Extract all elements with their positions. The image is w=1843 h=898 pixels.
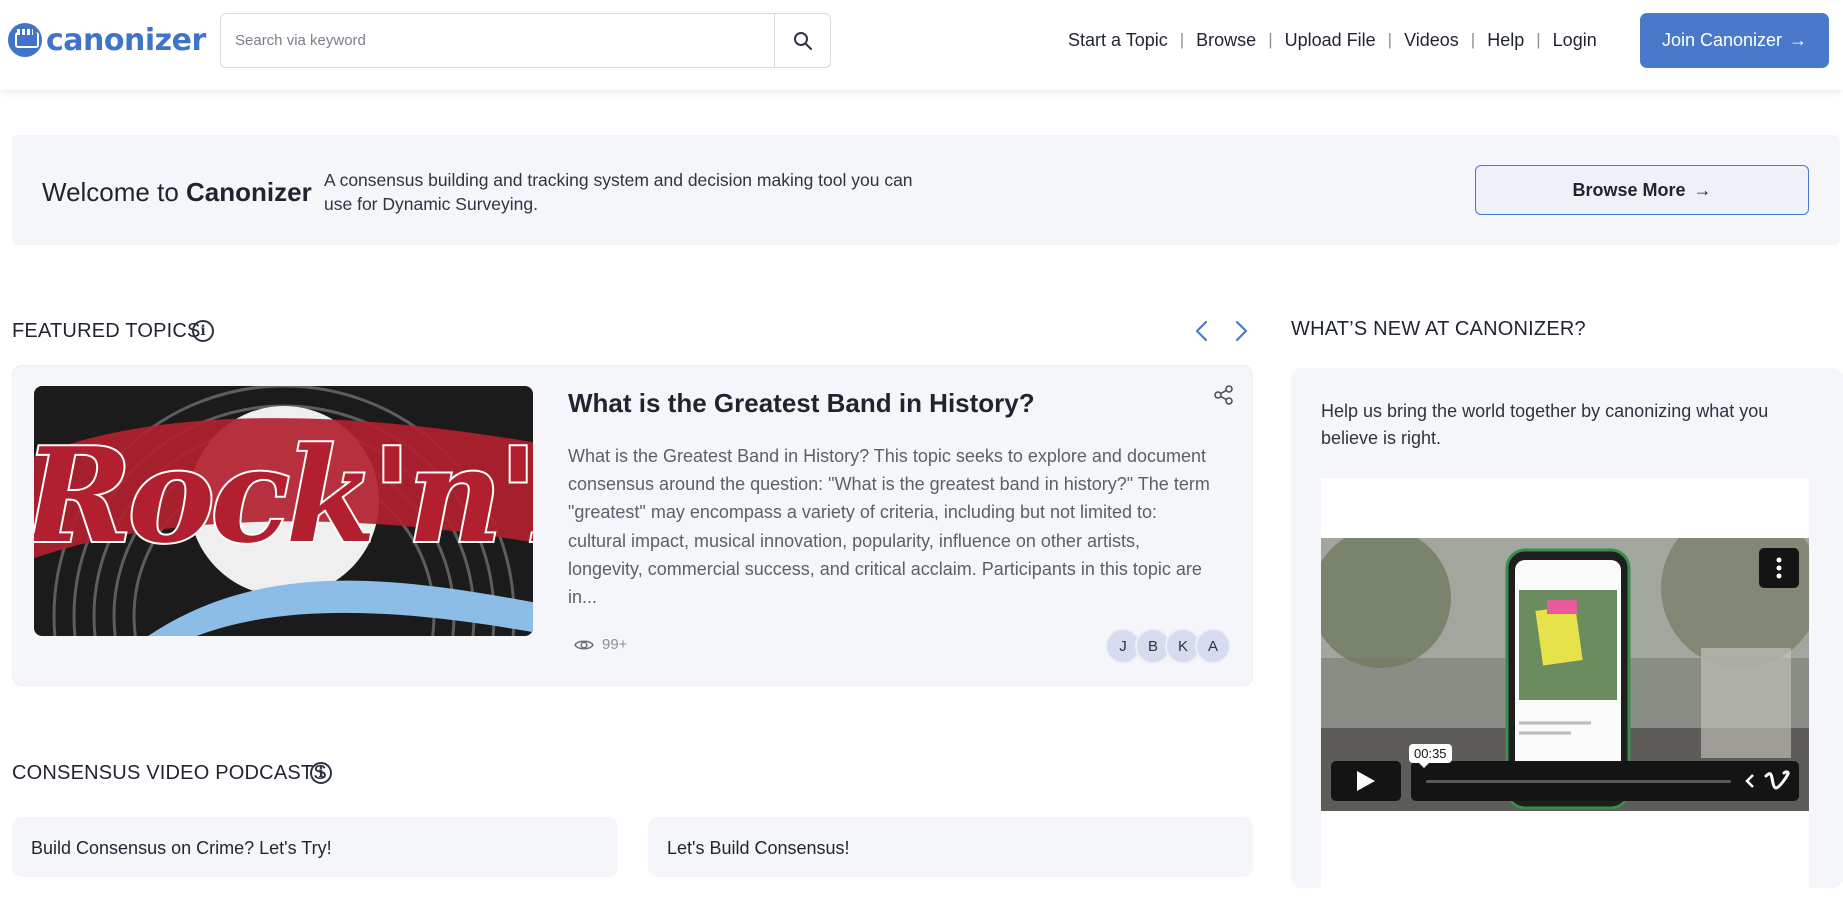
chevron-left-icon[interactable] xyxy=(1744,772,1756,790)
carousel-next-button[interactable] xyxy=(1229,319,1253,343)
podcast-card[interactable]: Build Consensus on Crime? Let's Try! xyxy=(12,817,618,877)
podcasts-title: CONSENSUS VIDEO PODCASTS xyxy=(12,762,327,784)
whats-new-card: Help us bring the world together by cano… xyxy=(1291,368,1843,898)
search-button[interactable] xyxy=(774,14,830,67)
welcome-brand: Canonizer xyxy=(186,177,312,207)
nav-separator: | xyxy=(1268,30,1273,49)
join-canonizer-button[interactable]: Join Canonizer → xyxy=(1640,13,1829,68)
welcome-banner: Welcome to Canonizer A consensus buildin… xyxy=(12,135,1840,245)
info-icon[interactable]: i xyxy=(192,320,214,342)
logo-text: canonizer xyxy=(46,22,206,58)
eye-icon xyxy=(574,640,594,649)
featured-topic-image[interactable]: Rock'n'Roll xyxy=(34,386,533,636)
nav-videos[interactable]: Videos xyxy=(1404,30,1459,51)
browse-more-button[interactable]: Browse More → xyxy=(1475,165,1809,215)
top-header: canonizer Start a Topic | Browse | Uploa… xyxy=(0,0,1843,90)
view-count: 99+ xyxy=(568,636,627,653)
join-button-label: Join Canonizer xyxy=(1661,30,1783,50)
video-time-tooltip: 00:35 xyxy=(1409,744,1452,768)
podcast-title: Build Consensus on Crime? Let's Try! xyxy=(31,838,332,858)
search-bar xyxy=(220,13,831,68)
image-banner-text: Rock'n'Roll xyxy=(34,419,533,572)
video-progress-bar[interactable] xyxy=(1426,780,1731,783)
nav-help[interactable]: Help xyxy=(1487,30,1524,51)
arrow-right-icon: → xyxy=(1693,179,1712,200)
arrow-right-icon: → xyxy=(1789,30,1808,50)
nav-separator: | xyxy=(1470,30,1476,49)
nav-browse[interactable]: Browse xyxy=(1196,30,1256,51)
video-container: 00:35 xyxy=(1321,478,1809,898)
welcome-description: A consensus building and tracking system… xyxy=(324,170,913,214)
featured-topic-description: What is the Greatest Band in History? Th… xyxy=(568,446,1210,608)
podcast-card[interactable]: Let's Build Consensus! xyxy=(648,817,1253,877)
view-count-value: 99+ xyxy=(602,636,628,653)
featured-topics-title: FEATURED TOPICS xyxy=(12,320,201,342)
nav-separator: | xyxy=(1387,30,1393,49)
featured-topic-card[interactable]: Rock'n'Roll What is the Greatest Band in… xyxy=(12,365,1253,686)
contributor-avatars: J B K A xyxy=(1105,628,1231,664)
logo-icon xyxy=(8,23,42,57)
info-icon[interactable]: i xyxy=(310,762,332,784)
podcast-title: Let's Build Consensus! xyxy=(667,838,850,858)
carousel-prev-button[interactable] xyxy=(1190,319,1214,343)
play-button[interactable] xyxy=(1331,761,1401,801)
video-menu-button[interactable] xyxy=(1759,548,1799,588)
video-control-bar xyxy=(1411,761,1799,801)
nav-separator: | xyxy=(1536,30,1541,49)
whats-new-title: WHAT’S NEW AT CANONIZER? xyxy=(1291,318,1586,340)
share-icon[interactable] xyxy=(1213,384,1235,406)
more-vertical-icon xyxy=(1776,557,1782,579)
vimeo-icon[interactable] xyxy=(1764,770,1790,792)
nav-start-topic[interactable]: Start a Topic xyxy=(1068,30,1168,51)
nav-login[interactable]: Login xyxy=(1553,30,1597,51)
canonizer-logo[interactable]: canonizer xyxy=(8,20,206,60)
welcome-prefix: Welcome to xyxy=(42,177,179,207)
avatar[interactable]: A xyxy=(1195,628,1231,664)
featured-topic-title[interactable]: What is the Greatest Band in History? xyxy=(568,388,1035,419)
video-player[interactable]: 00:35 xyxy=(1321,538,1809,811)
search-input[interactable] xyxy=(221,14,774,67)
browse-more-label: Browse More xyxy=(1572,179,1686,200)
welcome-title: Welcome to Canonizer xyxy=(42,177,312,208)
whats-new-text: Help us bring the world together by cano… xyxy=(1321,401,1769,448)
nav-upload-file[interactable]: Upload File xyxy=(1285,30,1376,51)
play-icon xyxy=(1357,771,1375,791)
search-icon xyxy=(793,31,812,50)
nav-separator: | xyxy=(1179,30,1185,49)
main-nav: Start a Topic | Browse | Upload File | V… xyxy=(1068,27,1597,53)
